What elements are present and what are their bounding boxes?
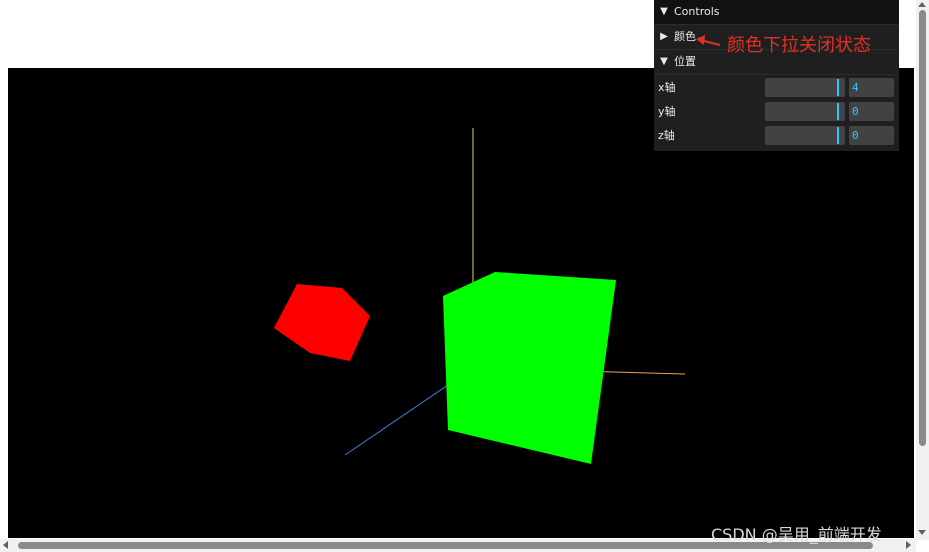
red-cube — [274, 284, 370, 361]
x-number-input[interactable]: 4 — [849, 77, 894, 97]
chevron-down-icon: ▼ — [660, 6, 668, 17]
controls-panel: ▼ Controls ▶ 颜色 ▼ 位置 x轴 4 y轴 0 z轴 0 — [654, 0, 899, 151]
controller-label: x轴 — [658, 81, 676, 94]
vertical-scroll-thumb[interactable] — [919, 10, 926, 446]
y-number-input[interactable]: 0 — [849, 101, 894, 121]
z-slider[interactable] — [765, 125, 845, 145]
controller-label: z轴 — [658, 129, 675, 142]
chevron-down-icon: ▼ — [660, 56, 668, 67]
annotation-arrow-icon — [696, 35, 721, 46]
folder-color-label: 颜色 — [674, 30, 696, 43]
x-slider[interactable] — [765, 77, 845, 97]
scroll-down-icon[interactable] — [918, 530, 926, 535]
watermark: CSDN @吴用_前端开发 — [711, 525, 882, 544]
scroll-left-icon[interactable] — [3, 541, 8, 549]
controller-z: z轴 0 — [654, 123, 899, 147]
controller-label: y轴 — [658, 105, 676, 118]
y-slider[interactable] — [765, 101, 845, 121]
scroll-up-icon[interactable] — [918, 2, 926, 7]
chevron-right-icon: ▶ — [660, 31, 668, 42]
green-cube — [443, 272, 616, 464]
slider-knob[interactable] — [837, 126, 839, 144]
annotation-text: 颜色下拉关闭状态 — [727, 35, 871, 56]
slider-knob[interactable] — [837, 78, 839, 96]
z-number-input[interactable]: 0 — [849, 125, 894, 145]
page: ▼ Controls ▶ 颜色 ▼ 位置 x轴 4 y轴 0 z轴 0 颜色下拉… — [0, 0, 929, 552]
controller-y: y轴 0 — [654, 99, 899, 123]
slider-knob[interactable] — [837, 102, 839, 120]
controls-title-bar[interactable]: ▼ Controls — [654, 0, 899, 25]
folder-position-label: 位置 — [674, 55, 696, 68]
controller-x: x轴 4 — [654, 75, 899, 99]
scroll-right-icon[interactable] — [906, 541, 911, 549]
vertical-scrollbar[interactable] — [916, 0, 929, 540]
controls-title: Controls — [674, 5, 720, 18]
